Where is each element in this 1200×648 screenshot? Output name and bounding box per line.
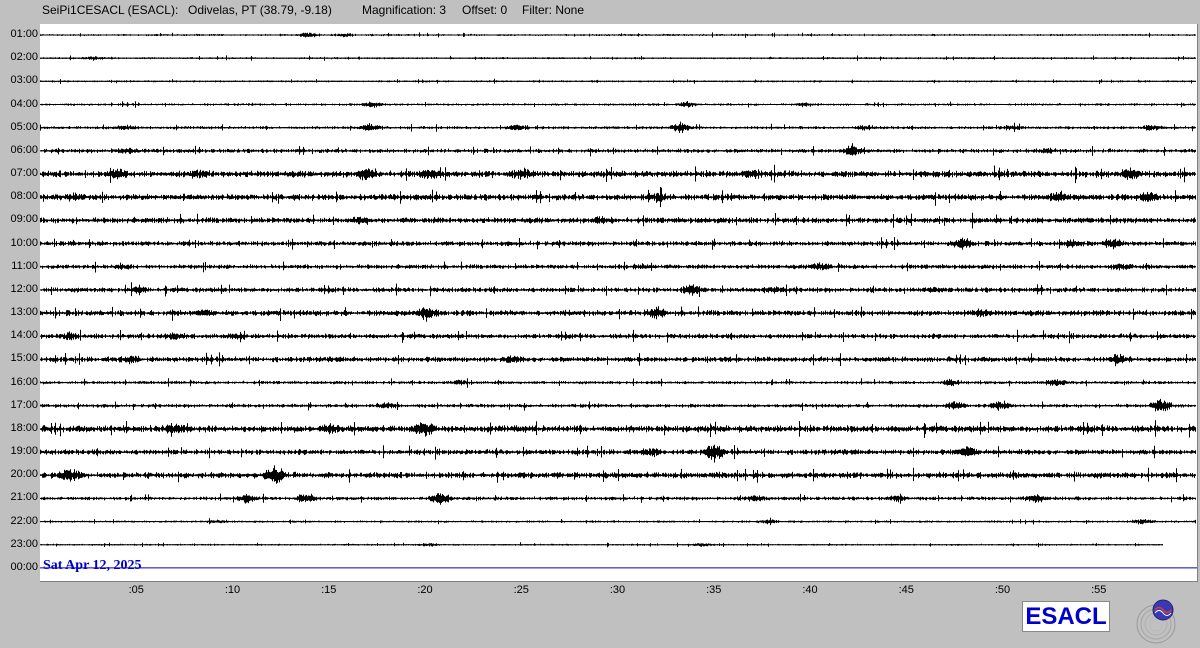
trace-signal: [40, 164, 1196, 184]
hour-tick-label: 17:00: [10, 398, 38, 411]
hour-tick-label: 21:00: [10, 491, 38, 504]
trace-row-1700: [40, 398, 1196, 412]
minute-tick-label: :20: [417, 584, 433, 596]
trace-signal: [40, 78, 1196, 84]
trace-signal: [40, 378, 1196, 388]
hour-tick-label: 06:00: [10, 143, 38, 156]
minute-tick-label: :05: [128, 584, 144, 596]
trace-row-1300: [40, 306, 1196, 322]
hour-tick-label: 10:00: [10, 236, 38, 249]
trace-row-0400: [40, 101, 1196, 108]
trace-row-0900: [40, 212, 1196, 229]
trace-signal: [40, 493, 1196, 505]
trace-signal: [40, 517, 1196, 526]
trace-row-1800: [40, 420, 1196, 438]
header-bar: SeiPi1CESACL (ESACL): Odivelas, PT (38.7…: [0, 0, 1200, 22]
trace-row-2200: [40, 517, 1196, 526]
trace-signal: [40, 306, 1196, 322]
minute-tick-label: :45: [898, 584, 914, 596]
hour-tick-label: 22:00: [10, 514, 38, 527]
hour-tick-label: 23:00: [10, 537, 38, 550]
date-label: Sat Apr 12, 2025: [43, 558, 142, 573]
hour-tick-label: 14:00: [10, 329, 38, 342]
hour-tick-label: 12:00: [10, 282, 38, 295]
trace-row-0700: [40, 164, 1196, 184]
hour-tick-label: 20:00: [10, 468, 38, 481]
trace-signal: [40, 143, 1196, 157]
trace-row-2300: [40, 542, 1163, 548]
hour-tick-label: 19:00: [10, 445, 38, 458]
trace-signal: [40, 465, 1196, 484]
trace-row-0300: [40, 78, 1196, 84]
minute-tick-label: :50: [994, 584, 1011, 596]
trace-signal: [40, 101, 1196, 108]
minute-tick-label: :55: [1091, 584, 1107, 596]
magnification-label: Magnification: 3: [362, 3, 447, 17]
esacl-logo: ESACL: [1022, 601, 1110, 632]
trace-row-2100: [40, 493, 1196, 505]
trace-row-0600: [40, 143, 1196, 157]
seismogram-traces: [40, 32, 1197, 569]
trace-signal: [40, 32, 1196, 38]
trace-signal: [40, 542, 1163, 548]
trace-signal: [40, 444, 1196, 463]
station-name: SeiPi1CESACL (ESACL):: [42, 3, 179, 17]
hour-tick-label: 13:00: [10, 306, 38, 319]
trace-signal: [40, 237, 1196, 250]
trace-row-0100: [40, 32, 1196, 38]
trace-signal: [40, 212, 1196, 229]
trace-row-1100: [40, 261, 1196, 273]
minute-tick-label: :35: [706, 584, 722, 596]
hour-tick-label: 15:00: [10, 352, 38, 365]
trace-row-2000: [40, 465, 1196, 484]
trace-row-0500: [40, 121, 1196, 133]
trace-signal: [40, 352, 1196, 367]
trace-row-1200: [40, 282, 1196, 297]
trace-signal: [40, 329, 1196, 344]
hour-tick-label: 16:00: [10, 375, 38, 388]
trace-signal: [40, 420, 1196, 438]
trace-signal: [40, 121, 1196, 133]
trace-row-1600: [40, 378, 1196, 388]
hour-tick-label: 00:00: [10, 560, 38, 573]
trace-row-1500: [40, 352, 1196, 367]
helicorder-plot: [40, 24, 1198, 582]
trace-signal: [40, 187, 1196, 208]
hour-tick-label: 04:00: [10, 97, 38, 110]
hour-tick-label: 08:00: [10, 190, 38, 203]
trace-signal: [40, 261, 1196, 273]
offset-label: Offset: 0: [462, 3, 508, 17]
trace-signal: [40, 282, 1196, 297]
minute-tick-label: :15: [321, 584, 337, 596]
hour-tick-label: 18:00: [10, 421, 38, 434]
trace-row-0200: [40, 55, 1196, 61]
hour-tick-label: 09:00: [10, 213, 38, 226]
hour-tick-label: 05:00: [10, 120, 38, 133]
station-location: Odivelas, PT (38.79, -9.18): [188, 3, 332, 17]
hour-tick-label: 03:00: [10, 74, 38, 87]
trace-row-1000: [40, 237, 1196, 250]
filter-label: Filter: None: [522, 3, 585, 17]
trace-signal: [40, 55, 1196, 61]
trace-row-1400: [40, 329, 1196, 344]
minute-tick-label: :40: [802, 584, 818, 596]
hour-tick-label: 02:00: [10, 51, 38, 64]
logo-text: ESACL: [1025, 602, 1107, 630]
minute-tick-label: :30: [609, 584, 626, 596]
minute-tick-label: :10: [224, 584, 241, 596]
hour-tick-label: 11:00: [11, 259, 38, 272]
trace-signal: [40, 398, 1196, 412]
hour-tick-label: 01:00: [10, 28, 38, 40]
trace-row-0800: [40, 187, 1196, 208]
seismograph-seal-icon: [1136, 599, 1176, 644]
trace-row-1900: [40, 444, 1196, 463]
hour-tick-label: 07:00: [10, 167, 38, 180]
minute-tick-label: :25: [513, 584, 529, 596]
